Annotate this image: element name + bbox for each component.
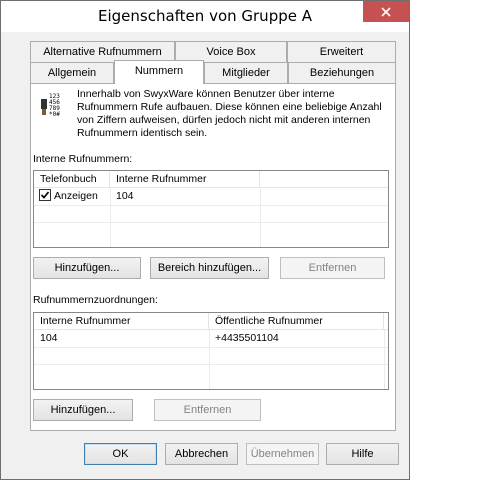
mapping-label: Rufnummernzuordnungen: — [33, 294, 158, 306]
tab-voice-box[interactable]: Voice Box — [175, 41, 287, 62]
ok-button[interactable]: OK — [84, 443, 157, 465]
mapping-public-cell: +4435501104 — [215, 332, 279, 344]
mapping-internal-cell: 104 — [40, 332, 58, 344]
tab-alternative-rufnummern[interactable]: Alternative Rufnummern — [30, 41, 175, 62]
tab-strip: Alternative Rufnummern Voice Box Erweite… — [30, 41, 396, 84]
numbers-icon: 123 456 789 *0# — [41, 91, 63, 118]
mapping-list[interactable]: Interne Rufnummer Öffentliche Rufnummer … — [33, 312, 389, 390]
mapping-list-header: Interne Rufnummer Öffentliche Rufnummer — [34, 313, 388, 330]
grid-line — [34, 205, 388, 206]
info-text: Innerhalb von SwyxWare können Benutzer ü… — [77, 88, 382, 139]
table-row[interactable]: 104 +4435501104 — [34, 330, 388, 347]
column-interne-rufnummer[interactable]: Interne Rufnummer — [34, 313, 209, 330]
column-empty — [384, 313, 390, 330]
apply-button[interactable]: Übernehmen — [246, 443, 319, 465]
tab-allgemein[interactable]: Allgemein — [30, 62, 114, 83]
grid-line — [34, 222, 388, 223]
column-interne-rufnummer[interactable]: Interne Rufnummer — [110, 171, 260, 188]
close-button[interactable] — [363, 1, 409, 22]
grid-line — [384, 330, 385, 389]
internal-numbers-label: Interne Rufnummern: — [33, 153, 133, 165]
table-row[interactable]: Anzeigen 104 — [34, 188, 388, 205]
column-oeffentliche-rufnummer[interactable]: Öffentliche Rufnummer — [209, 313, 384, 330]
cancel-button[interactable]: Abbrechen — [165, 443, 238, 465]
grid-line — [209, 330, 210, 389]
grid-line — [110, 188, 111, 247]
grid-line — [260, 188, 261, 247]
internal-list-header: Telefonbuch Interne Rufnummer — [34, 171, 388, 188]
internal-number-cell: 104 — [116, 190, 134, 202]
column-telefonbuch[interactable]: Telefonbuch — [34, 171, 110, 188]
grid-line — [34, 347, 388, 348]
phonebook-value: Anzeigen — [54, 190, 98, 202]
help-button[interactable]: Hilfe — [326, 443, 399, 465]
grid-line — [34, 364, 388, 365]
tab-beziehungen[interactable]: Beziehungen — [288, 62, 396, 83]
column-empty — [260, 171, 390, 188]
tab-erweitert[interactable]: Erweitert — [287, 41, 396, 62]
phonebook-cell: Anzeigen — [34, 188, 110, 205]
tab-nummern[interactable]: Nummern — [114, 60, 204, 84]
remove-internal-button[interactable]: Entfernen — [280, 257, 385, 279]
add-internal-button[interactable]: Hinzufügen... — [33, 257, 141, 279]
internal-numbers-list[interactable]: Telefonbuch Interne Rufnummer Anzeigen 1… — [33, 170, 389, 248]
close-icon — [381, 6, 391, 17]
window-title: Eigenschaften von Gruppe A — [98, 7, 312, 25]
svg-text:*0#: *0# — [49, 111, 60, 117]
show-in-phonebook-checkbox[interactable] — [39, 189, 51, 201]
add-mapping-button[interactable]: Hinzufügen... — [33, 399, 133, 421]
properties-dialog: Eigenschaften von Gruppe A Alternative R… — [0, 0, 410, 480]
add-range-button[interactable]: Bereich hinzufügen... — [150, 257, 269, 279]
tab-mitglieder[interactable]: Mitglieder — [204, 62, 288, 83]
remove-mapping-button[interactable]: Entfernen — [154, 399, 261, 421]
title-bar: Eigenschaften von Gruppe A — [1, 1, 409, 32]
nummern-panel: 123 456 789 *0# Innerhalb von SwyxWare k… — [30, 83, 396, 431]
